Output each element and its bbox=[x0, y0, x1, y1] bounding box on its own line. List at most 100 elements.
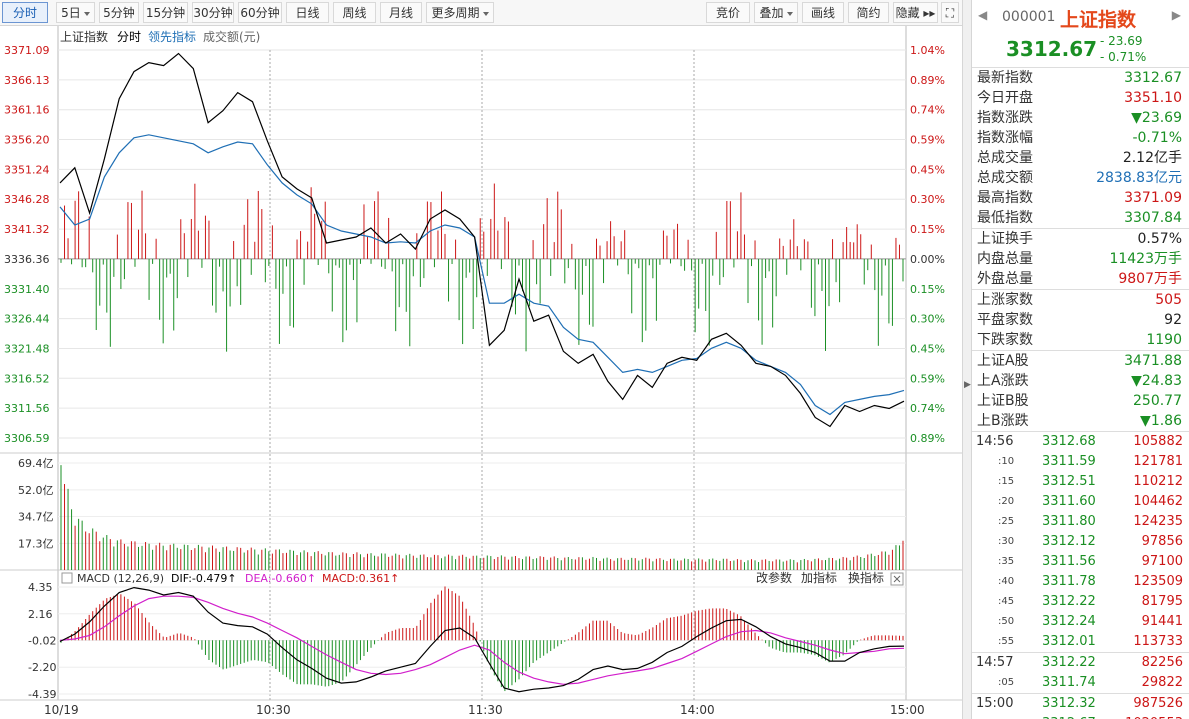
chart-area[interactable]: 3371.09 1.04% 3366.13 0.89% 3361.16 0.74% 3356… bbox=[0, 26, 968, 719]
info-row: 内盘总量 11423万手 bbox=[972, 249, 1189, 269]
tool-button-1[interactable]: 叠加 bbox=[754, 2, 798, 23]
tool-button-2[interactable]: 画线 bbox=[802, 2, 844, 23]
tick-price: 3312.51 bbox=[1042, 474, 1096, 489]
tool-button-3[interactable]: 简约 bbox=[848, 2, 889, 23]
tick-price: 3311.60 bbox=[1042, 494, 1096, 509]
panel-divider[interactable]: ▶ bbox=[962, 0, 972, 719]
y-tick-label: 3326.44 bbox=[4, 313, 50, 326]
period-button-3[interactable]: 15分钟 bbox=[143, 2, 188, 23]
info-label: 上涨家数 bbox=[977, 292, 1033, 308]
change-percent: - 0.71% bbox=[1100, 50, 1147, 64]
period-button-8[interactable]: 月线 bbox=[380, 2, 422, 23]
info-group: 上证A股 3471.88 上A涨跌 ▼24.83 上证B股 250.77 上B涨跌 ▼1.86 bbox=[972, 351, 1189, 432]
tick-price: 3312.22 bbox=[1042, 655, 1096, 670]
tool-button-label: 竞价 bbox=[715, 6, 740, 20]
info-row: 最新指数 3312.67 bbox=[972, 68, 1189, 88]
lead-indicator-label: 领先指标 bbox=[148, 29, 196, 44]
period-button-2[interactable]: 5分钟 bbox=[99, 2, 139, 23]
info-value: 3471.88 bbox=[1124, 353, 1182, 369]
fullscreen-icon[interactable]: ⛶ bbox=[941, 2, 959, 23]
tick-price: 3311.80 bbox=[1042, 514, 1096, 529]
tick-time: 14:56 bbox=[976, 434, 1014, 449]
period-button-label: 分时 bbox=[12, 6, 37, 20]
tick-volume: 124235 bbox=[1133, 514, 1183, 529]
y-right-tick-label: 0.30% bbox=[910, 313, 945, 326]
tick-row: 14:57 3312.22 82256 bbox=[972, 653, 1189, 673]
macd-button-1[interactable]: 加指标 bbox=[801, 570, 837, 585]
info-label: 平盘家数 bbox=[977, 312, 1033, 328]
volume-tick-label: 69.4亿 bbox=[18, 457, 54, 470]
info-group: 最新指数 3312.67 今日开盘 3351.10 指数涨跌 ▼23.69 指数涨幅 -0.7… bbox=[972, 68, 1189, 229]
stock-app: 分时 5日 5分钟 15分钟 30分钟 60分钟 日线 周线 月线 更多周期 竞价 叠加 画线 简约 隐藏 … bbox=[0, 0, 1189, 719]
period-button-label: 5日 bbox=[61, 6, 81, 20]
info-value: 92 bbox=[1164, 312, 1182, 328]
info-label: 指数涨跌 bbox=[977, 110, 1033, 126]
period-button-4[interactable]: 30分钟 bbox=[192, 2, 234, 23]
collapse-arrow-icon[interactable]: ▶ bbox=[964, 370, 971, 400]
tick-time: :25 bbox=[998, 516, 1015, 527]
tick-row: :15 3312.51 110212 bbox=[972, 472, 1189, 492]
info-value: ▼1.86 bbox=[1140, 413, 1182, 429]
period-button-5[interactable]: 60分钟 bbox=[238, 2, 282, 23]
period-button-label: 周线 bbox=[342, 6, 367, 20]
info-row: 最低指数 3307.84 bbox=[972, 208, 1189, 228]
time-tick-label: 10/19 bbox=[44, 703, 79, 717]
chart-canvas[interactable]: 3371.09 1.04% 3366.13 0.89% 3361.16 0.74% 3356… bbox=[0, 26, 962, 719]
tick-volume: 121781 bbox=[1133, 454, 1183, 469]
y-tick-label: 3306.59 bbox=[4, 432, 50, 445]
prev-stock-icon[interactable]: ◀ bbox=[978, 8, 987, 22]
info-label: 下跌家数 bbox=[977, 332, 1033, 348]
info-value: 3351.10 bbox=[1124, 90, 1182, 106]
tick-time: :35 bbox=[998, 556, 1015, 567]
chart-mode-label: 分时 bbox=[117, 30, 141, 44]
info-label: 今日开盘 bbox=[977, 90, 1033, 106]
volume-tick-label: 17.3亿 bbox=[18, 537, 54, 550]
tick-time: :15 bbox=[998, 476, 1015, 487]
y-tick-label: 3331.40 bbox=[4, 283, 50, 296]
macd-button-2[interactable]: 换指标 bbox=[848, 570, 884, 585]
y-right-tick-label: 0.15% bbox=[910, 223, 945, 236]
y-right-tick-label: 0.59% bbox=[910, 134, 945, 147]
y-tick-label: 3361.16 bbox=[4, 104, 50, 117]
tick-price: 3312.67 bbox=[1042, 714, 1096, 719]
info-row: 上证换手 0.57% bbox=[972, 229, 1189, 249]
tool-button-4[interactable]: 隐藏 ▸▸ bbox=[893, 2, 938, 23]
period-button-7[interactable]: 周线 bbox=[333, 2, 376, 23]
tool-button-0[interactable]: 竞价 bbox=[706, 2, 750, 23]
y-tick-label: 3356.20 bbox=[4, 134, 50, 147]
tick-time: :20 bbox=[998, 496, 1015, 507]
stock-name: 上证指数 bbox=[1060, 9, 1137, 31]
info-value: 2838.83亿元 bbox=[1096, 170, 1182, 186]
time-tick-label: 15:00 bbox=[890, 703, 925, 717]
tick-row: :50 3312.67 1020553 bbox=[972, 714, 1189, 719]
period-button-6[interactable]: 日线 bbox=[286, 2, 329, 23]
info-value: 1190 bbox=[1146, 332, 1182, 348]
tick-row: :10 3311.59 121781 bbox=[972, 452, 1189, 472]
y-right-tick-label: 0.89% bbox=[910, 432, 945, 445]
tick-row: :35 3311.56 97100 bbox=[972, 552, 1189, 572]
tick-list[interactable]: 14:56 3312.68 105882:10 3311.59 121781:15 331… bbox=[972, 432, 1189, 719]
info-label: 总成交额 bbox=[977, 170, 1033, 186]
period-button-1[interactable]: 5日 bbox=[56, 2, 95, 23]
period-button-9[interactable]: 更多周期 bbox=[426, 2, 494, 23]
tool-button-label: 叠加 bbox=[759, 6, 784, 20]
tick-volume: 29822 bbox=[1141, 675, 1183, 690]
info-row: 最高指数 3371.09 bbox=[972, 188, 1189, 208]
tick-time: :50 bbox=[998, 714, 1014, 719]
info-value: 2.12亿手 bbox=[1122, 150, 1182, 166]
info-label: 最新指数 bbox=[977, 70, 1033, 86]
volume-tick-label: 34.7亿 bbox=[18, 511, 54, 524]
tool-button-label: 隐藏 ▸▸ bbox=[895, 6, 936, 20]
macd-tick-label: -0.02 bbox=[28, 635, 56, 648]
period-button-label: 月线 bbox=[388, 6, 413, 20]
macd-button-0[interactable]: 改参数 bbox=[756, 570, 792, 585]
tick-volume: 104462 bbox=[1133, 494, 1183, 509]
y-tick-label: 3336.36 bbox=[4, 253, 50, 266]
next-stock-icon[interactable]: ▶ bbox=[1172, 8, 1181, 22]
y-tick-label: 3371.09 bbox=[4, 44, 50, 57]
info-row: 上证A股 3471.88 bbox=[972, 351, 1189, 371]
info-value: 250.77 bbox=[1133, 393, 1182, 409]
change-block: - 23.69 - 0.71% bbox=[1100, 33, 1146, 65]
period-button-0[interactable]: 分时 bbox=[2, 2, 48, 23]
info-value: ▼24.83 bbox=[1131, 373, 1182, 389]
